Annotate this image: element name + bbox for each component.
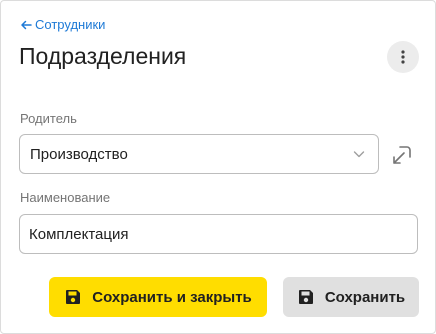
save-label: Сохранить xyxy=(324,288,406,306)
more-vertical-icon xyxy=(401,50,405,64)
parent-select[interactable]: Производство xyxy=(19,134,379,174)
page-title: Подразделения xyxy=(19,43,187,69)
open-parent-button[interactable] xyxy=(389,142,415,168)
more-menu-button[interactable] xyxy=(387,41,419,73)
name-label: Наименование xyxy=(20,190,111,205)
floppy-disk-icon xyxy=(298,290,313,304)
save-button[interactable]: Сохранить xyxy=(283,277,419,317)
parent-select-value: Производство xyxy=(30,145,128,163)
name-input[interactable] xyxy=(19,214,418,254)
open-link-icon xyxy=(393,146,411,164)
save-and-close-button[interactable]: Сохранить и закрыть xyxy=(49,277,267,317)
chevron-down-icon xyxy=(353,151,365,158)
back-link[interactable]: Сотрудники xyxy=(20,17,105,32)
back-link-label: Сотрудники xyxy=(35,17,106,32)
floppy-disk-icon xyxy=(66,290,81,304)
save-and-close-label: Сохранить и закрыть xyxy=(92,288,252,306)
parent-label: Родитель xyxy=(20,111,77,126)
form-panel: Сотрудники Подразделения Родитель Произв… xyxy=(0,0,436,334)
arrow-left-icon xyxy=(21,20,32,29)
